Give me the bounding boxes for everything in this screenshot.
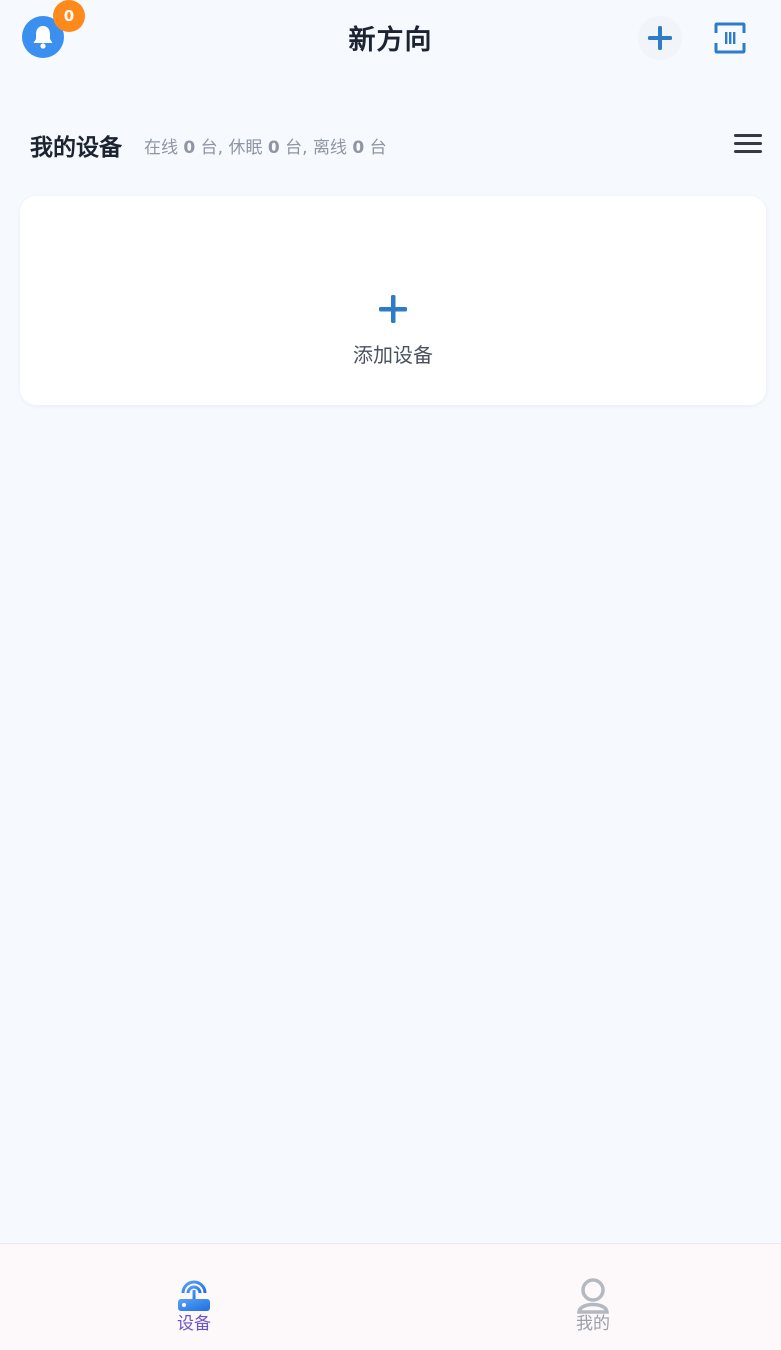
- top-bar: 0 新方向: [0, 0, 781, 80]
- nav-label-mine: 我的: [576, 1314, 610, 1334]
- nav-label-devices: 设备: [177, 1314, 211, 1334]
- section-title: 我的设备: [30, 135, 122, 161]
- plus-icon: [648, 26, 672, 50]
- offline-unit: 台: [369, 138, 387, 158]
- online-count: 0: [183, 138, 196, 158]
- menu-icon[interactable]: [734, 134, 762, 156]
- sleep-label: 休眠: [228, 138, 263, 158]
- plus-icon: [379, 295, 407, 323]
- sleep-unit: 台: [285, 138, 303, 158]
- sleep-count: 0: [267, 138, 280, 158]
- add-device-label: 添加设备: [353, 343, 433, 367]
- online-label: 在线: [144, 138, 178, 158]
- bottom-nav: 设备 我的: [0, 1243, 781, 1350]
- offline-count: 0: [352, 138, 365, 158]
- online-unit: 台: [200, 138, 218, 158]
- add-device-card[interactable]: 添加设备: [20, 196, 766, 405]
- add-button[interactable]: [638, 16, 682, 60]
- device-status-summary: 在线 0 台, 休眠 0 台, 离线 0 台: [144, 138, 387, 158]
- my-devices-section: 我的设备 在线 0 台, 休眠 0 台, 离线 0 台: [0, 124, 781, 168]
- scan-button[interactable]: [708, 16, 752, 60]
- offline-label: 离线: [312, 138, 347, 158]
- scan-icon: [714, 22, 746, 54]
- nav-item-devices[interactable]: 设备: [154, 1276, 234, 1334]
- app-page: 0 新方向 我的设备 在线 0 台, 休眠 0 台, 离线 0 台 添加设备 设…: [0, 0, 781, 1350]
- nav-item-mine[interactable]: 我的: [553, 1276, 633, 1334]
